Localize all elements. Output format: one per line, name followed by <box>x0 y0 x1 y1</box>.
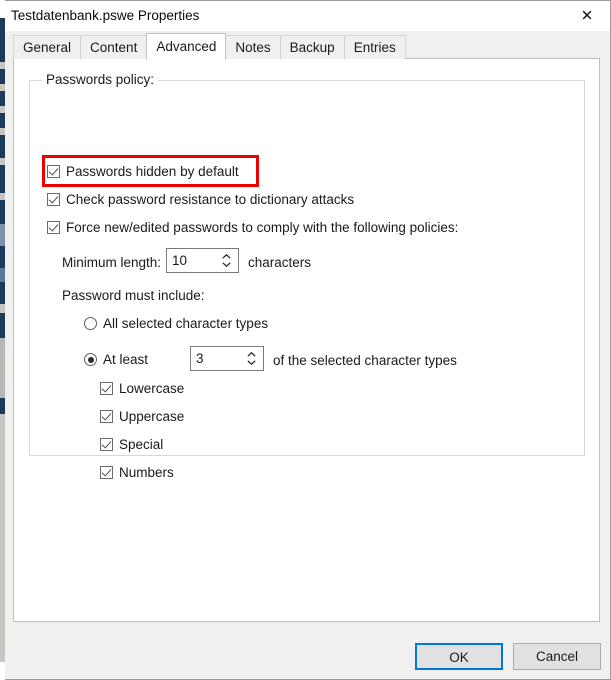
title-bar: Testdatenbank.pswe Properties ✕ <box>5 1 610 31</box>
checkbox-label: Check password resistance to dictionary … <box>66 192 355 207</box>
checkbox-label: Force new/edited passwords to comply wit… <box>66 220 459 235</box>
minimum-length-value[interactable]: 10 <box>167 253 218 268</box>
checkbox-indicator <box>47 221 60 234</box>
minimum-length-spinner[interactable]: 10 <box>166 248 239 273</box>
password-must-include-label: Password must include: <box>62 288 205 303</box>
radio-label: All selected character types <box>103 316 269 331</box>
tab-entries[interactable]: Entries <box>343 35 406 59</box>
checkbox-lowercase[interactable]: Lowercase <box>100 381 184 396</box>
checkbox-uppercase[interactable]: Uppercase <box>100 409 184 424</box>
checkbox-passwords-hidden-by-default[interactable]: Passwords hidden by default <box>47 164 239 179</box>
ok-button[interactable]: OK <box>415 643 503 670</box>
checkbox-label: Uppercase <box>119 409 185 424</box>
minimum-length-label: Minimum length: <box>62 255 162 270</box>
checkbox-indicator <box>100 382 113 395</box>
checkbox-label: Passwords hidden by default <box>66 164 239 179</box>
cancel-button[interactable]: Cancel <box>513 643 601 670</box>
tab-bar: General Content Advanced Notes Backup En… <box>13 33 406 60</box>
radio-at-least[interactable]: At least <box>84 352 148 367</box>
checkbox-label: Numbers <box>119 465 174 480</box>
at-least-value[interactable]: 3 <box>191 351 243 366</box>
tab-general[interactable]: General <box>13 35 82 59</box>
radio-indicator <box>84 317 97 330</box>
properties-dialog: Testdatenbank.pswe Properties ✕ General … <box>5 0 611 680</box>
checkbox-check-password-resistance[interactable]: Check password resistance to dictionary … <box>47 192 354 207</box>
close-button[interactable]: ✕ <box>564 1 610 31</box>
tab-backup[interactable]: Backup <box>279 35 345 59</box>
tab-notes[interactable]: Notes <box>225 35 281 59</box>
radio-label: At least <box>103 352 149 367</box>
at-least-spinner[interactable]: 3 <box>190 346 264 371</box>
window-title: Testdatenbank.pswe Properties <box>11 8 200 23</box>
checkbox-label: Lowercase <box>119 381 185 396</box>
checkbox-indicator <box>100 438 113 451</box>
at-least-suffix: of the selected character types <box>273 353 457 368</box>
spinner-up-icon[interactable] <box>222 254 231 259</box>
spinner-down-icon[interactable] <box>222 262 231 267</box>
spinner-buttons <box>218 249 238 272</box>
tab-content-panel: Passwords policy: Passwords hidden by de… <box>13 58 600 622</box>
groupbox-title: Passwords policy: <box>42 72 159 87</box>
checkbox-indicator <box>47 193 60 206</box>
spinner-buttons <box>243 347 263 370</box>
spinner-down-icon[interactable] <box>247 360 256 365</box>
tab-advanced[interactable]: Advanced <box>146 33 227 60</box>
radio-indicator <box>84 353 97 366</box>
checkbox-label: Special <box>119 437 164 452</box>
checkbox-indicator <box>100 410 113 423</box>
close-icon: ✕ <box>580 6 594 25</box>
checkbox-indicator <box>47 165 60 178</box>
radio-all-selected-character-types[interactable]: All selected character types <box>84 316 268 331</box>
minimum-length-suffix: characters <box>248 255 312 270</box>
checkbox-special[interactable]: Special <box>100 437 163 452</box>
checkbox-numbers[interactable]: Numbers <box>100 465 174 480</box>
spinner-up-icon[interactable] <box>247 352 256 357</box>
checkbox-force-policies[interactable]: Force new/edited passwords to comply wit… <box>47 220 458 235</box>
tab-content[interactable]: Content <box>80 35 148 59</box>
checkbox-indicator <box>100 466 113 479</box>
